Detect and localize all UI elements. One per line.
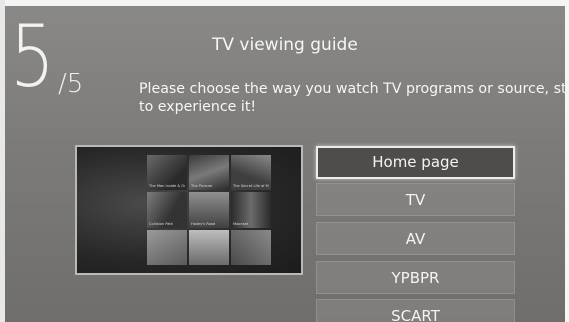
preview-poster [231, 229, 271, 265]
preview-poster: Collision Path [147, 192, 187, 228]
home-page-preview: The Man Inside & Out The Pursuer The Sec… [75, 145, 303, 275]
preview-poster: The Pursuer [189, 155, 229, 191]
screen-frame-top [0, 0, 569, 6]
preview-poster: Hailey's Road [189, 192, 229, 228]
poster-caption: The Pursuer [191, 184, 213, 189]
preview-poster: The Secret Life of Mid [231, 155, 271, 191]
menu-item-home-page[interactable]: Home page [316, 146, 515, 179]
step-current: 5 [10, 7, 55, 107]
page-title: TV viewing guide [212, 35, 358, 55]
preview-poster [147, 229, 187, 265]
screen-frame-right [565, 0, 569, 322]
subtitle-line-1: Please choose the way you watch TV progr… [139, 81, 569, 97]
step-total: /5 [58, 69, 84, 99]
poster-caption: Moonset [233, 221, 249, 226]
preview-poster [189, 229, 229, 265]
subtitle-line-2: to experience it! [139, 99, 257, 115]
menu-item-av[interactable]: AV [316, 222, 515, 255]
poster-caption: The Secret Life of Mid [233, 184, 269, 189]
page-subtitle: Please choose the way you watch TV progr… [139, 80, 569, 116]
poster-caption: Hailey's Road [191, 221, 216, 226]
preview-poster: The Man Inside & Out [147, 155, 187, 191]
menu-item-tv[interactable]: TV [316, 183, 515, 216]
poster-caption: Collision Path [149, 221, 174, 226]
menu-item-scart[interactable]: SCART [316, 299, 515, 322]
preview-poster-grid: The Man Inside & Out The Pursuer The Sec… [147, 155, 271, 265]
preview-poster: Moonset [231, 192, 271, 228]
menu-item-ypbpr[interactable]: YPBPR [316, 261, 515, 294]
screen-frame-left [0, 0, 5, 322]
poster-caption: The Man Inside & Out [149, 184, 185, 189]
